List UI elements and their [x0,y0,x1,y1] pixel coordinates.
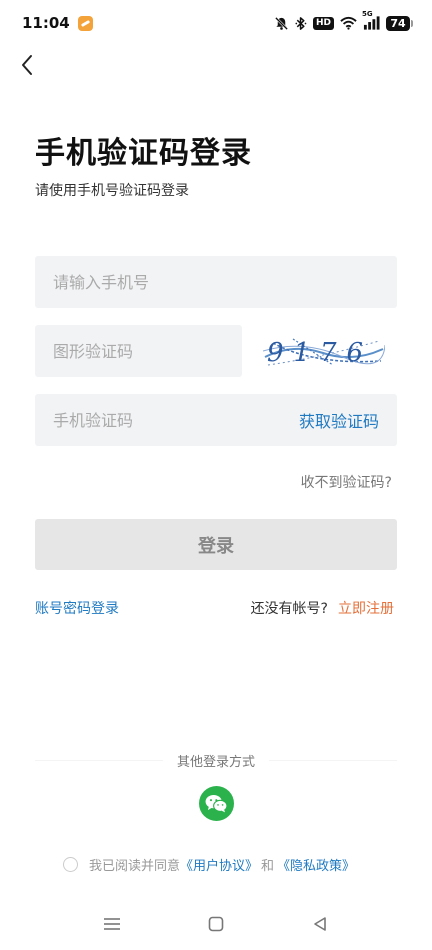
battery-icon: 74 [386,15,413,31]
privacy-policy-link[interactable]: 《隐私政策》 [277,855,355,874]
app-notification-icon [77,15,93,31]
signal-5g-icon: 5G [362,10,380,30]
wechat-icon [205,794,228,813]
sms-code-input[interactable] [53,410,253,430]
captcha-field[interactable] [35,325,242,377]
login-screen: 11:04 HD 5G 74 手机验证码登录 请使用手机号验证码登录 请输入手机… [0,0,432,950]
divider-line-right [269,760,398,761]
network-type-label: 5G [362,10,373,18]
no-code-link[interactable]: 收不到验证码? [301,472,392,492]
back-button[interactable] [14,50,40,80]
menu-button[interactable] [92,909,132,939]
divider-line-left [35,760,163,761]
sms-code-field[interactable]: 获取验证码 [35,394,397,446]
menu-icon [104,918,120,930]
nav-back-button[interactable] [300,909,340,939]
page-title: 手机验证码登录 [35,136,252,171]
hd-icon: HD [312,16,334,30]
get-code-button[interactable]: 获取验证码 [299,408,379,432]
no-account-text: 还没有帐号? [250,601,328,617]
wechat-login-button[interactable] [199,786,234,821]
status-left: 11:04 [22,14,93,32]
register-row: 还没有帐号? 立即注册 [251,598,394,618]
captcha-image[interactable]: 9176 [262,331,386,371]
system-nav-bar [0,905,432,943]
status-bar: 11:04 HD 5G 74 [0,0,432,46]
agreement-and: 和 [261,859,275,874]
status-time: 11:04 [22,14,70,32]
user-agreement-link[interactable]: 《用户协议》 [180,855,258,874]
chevron-left-icon [22,55,32,75]
other-login-label: 其他登录方式 [163,751,270,770]
agreement-row: 我已阅读并同意 《用户协议》 和 《隐私政策》 [63,855,355,874]
home-square-icon [208,916,224,932]
phone-field[interactable] [35,256,397,308]
wifi-icon [340,16,357,30]
captcha-input[interactable] [53,341,224,361]
status-right: HD 5G 74 [274,10,413,31]
other-login-divider: 其他登录方式 [35,751,398,770]
agreement-prefix: 我已阅读并同意 [89,859,181,874]
home-button[interactable] [196,909,236,939]
phone-input[interactable] [53,272,379,292]
page-subtitle: 请使用手机号验证码登录 [35,183,189,199]
back-triangle-icon [314,917,326,931]
battery-level: 74 [390,16,406,30]
login-button[interactable]: 登录 [35,519,397,570]
password-login-link[interactable]: 账号密码登录 [35,598,119,618]
bluetooth-icon [295,16,307,31]
bell-muted-icon [274,16,289,31]
agree-checkbox[interactable] [63,857,78,872]
captcha-text: 9176 [267,338,379,368]
register-link[interactable]: 立即注册 [338,598,394,618]
